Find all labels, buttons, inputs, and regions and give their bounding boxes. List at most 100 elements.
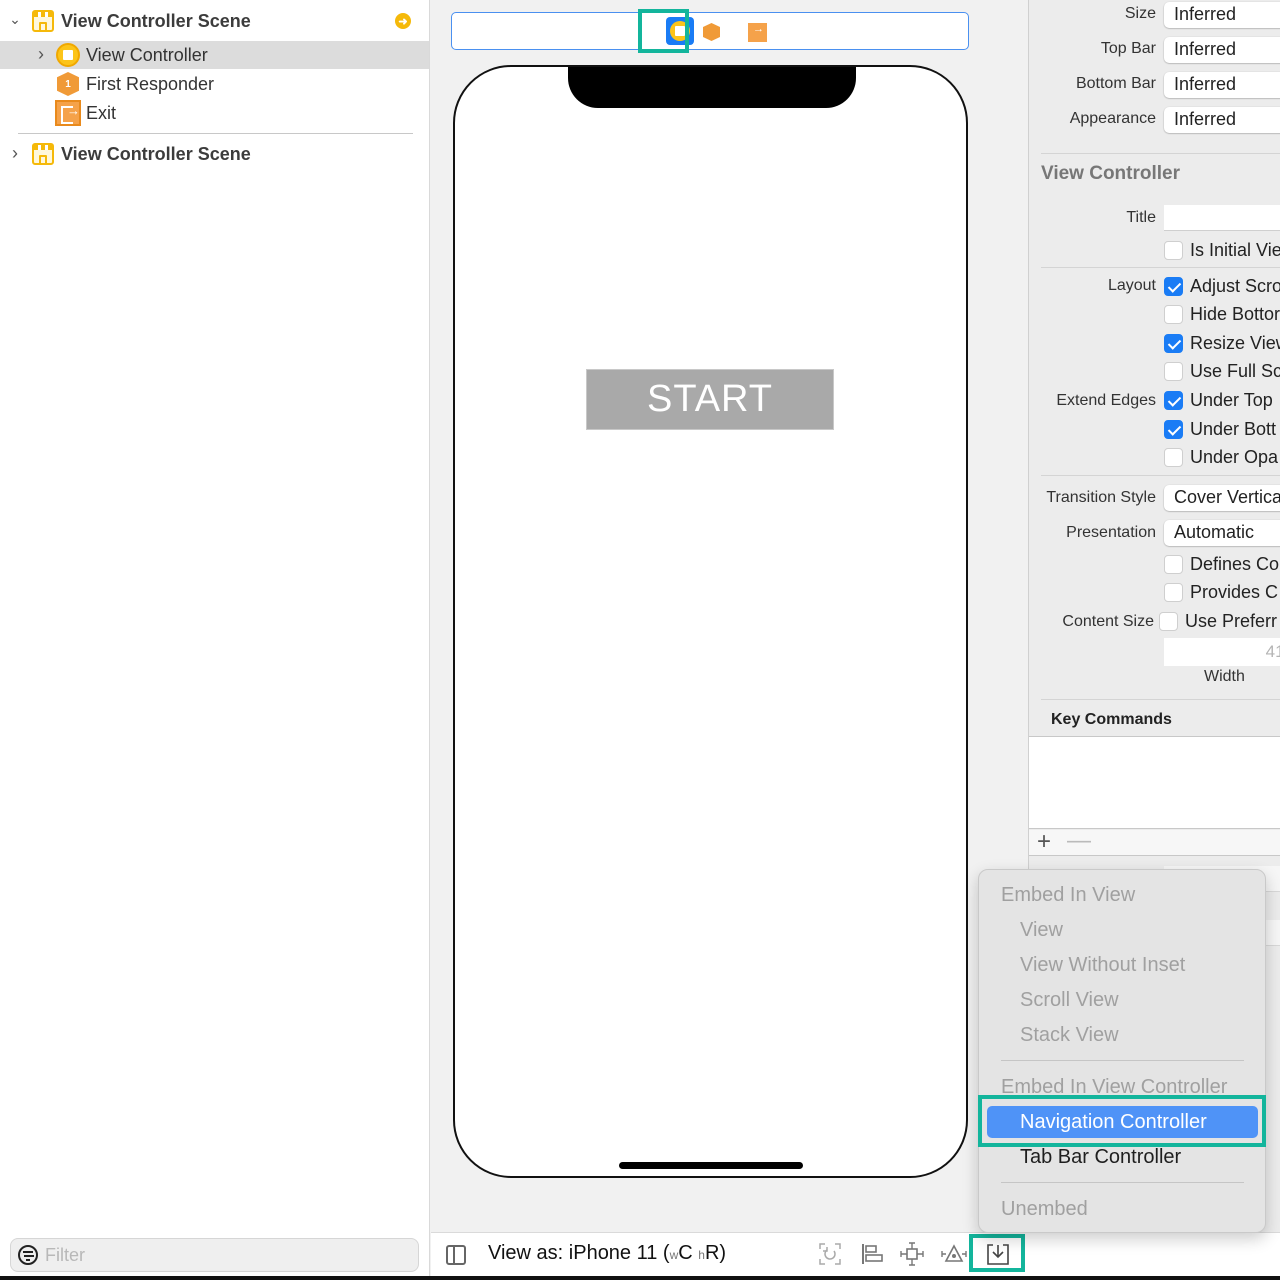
outline-scene-row[interactable]: › View Controller Scene [0, 140, 429, 168]
layout-option[interactable]: Adjust Scro [1164, 275, 1280, 297]
section-divider [1041, 475, 1280, 476]
outline-item-view-controller[interactable]: › View Controller [0, 41, 429, 69]
appearance-label: Appearance [1069, 110, 1156, 127]
canvas-bottom-bar: View as: iPhone 11 (wC hR) [431, 1232, 1280, 1276]
checkbox-checked[interactable] [1164, 276, 1183, 296]
layout-label: Layout [1107, 277, 1156, 294]
checkbox[interactable] [1164, 582, 1183, 602]
checkbox-label: Under Bott [1190, 418, 1277, 439]
filter-icon [18, 1245, 38, 1265]
checkbox[interactable] [1164, 304, 1183, 324]
view-as-text: View as: iPhone 11 ( [488, 1242, 670, 1264]
view-as-suffix: ) [719, 1242, 727, 1264]
add-icon[interactable]: + [1037, 828, 1051, 856]
start-button[interactable]: START [586, 369, 834, 430]
scene-dock [451, 12, 969, 50]
appearance-popup[interactable]: Inferred [1164, 107, 1280, 133]
menu-header: Embed In View [1001, 883, 1136, 906]
size-label: Size [1124, 5, 1156, 22]
highlight-box [969, 1234, 1025, 1272]
storyboard-canvas[interactable]: START [431, 0, 1028, 1232]
highlight-box [638, 9, 689, 53]
checkbox-label: Provides C [1190, 581, 1279, 602]
arrow-right-circle-icon[interactable]: ➜ [395, 13, 411, 29]
resolve-issues-icon[interactable] [941, 1241, 967, 1267]
align-icon[interactable] [859, 1241, 885, 1267]
embed-in-menu: Embed In View View View Without Inset Sc… [978, 869, 1266, 1233]
checkbox-label: Hide Bottor [1190, 303, 1280, 324]
scene-icon [32, 10, 54, 32]
presentation-label: Presentation [1066, 524, 1156, 541]
checkbox-checked[interactable] [1164, 390, 1183, 410]
title-field[interactable] [1164, 205, 1280, 231]
checkbox-label: Defines Co [1190, 553, 1280, 574]
key-commands-table[interactable] [1029, 736, 1280, 829]
menu-item-unembed: Unembed [1001, 1197, 1088, 1220]
first-responder-icon[interactable] [703, 23, 720, 41]
layout-option[interactable]: Hide Bottor [1164, 303, 1280, 325]
filter-input[interactable] [45, 1242, 405, 1268]
layout-option[interactable]: Resize View [1164, 332, 1280, 354]
top-bar-popup[interactable]: Inferred [1164, 37, 1280, 63]
checkbox-label: Use Full Sc [1190, 360, 1280, 381]
size-popup[interactable]: Inferred [1164, 2, 1280, 28]
presentation-option[interactable]: Provides C [1164, 581, 1278, 603]
scene-icon [32, 143, 54, 165]
outline-item-label: Exit [86, 103, 117, 123]
scene-label: View Controller Scene [61, 11, 251, 31]
content-size-option[interactable]: Use Preferr [1159, 610, 1277, 632]
checkbox-checked[interactable] [1164, 333, 1183, 353]
checkbox[interactable] [1164, 554, 1183, 574]
exit-icon[interactable] [748, 23, 767, 42]
width-class: C [678, 1242, 693, 1264]
is-initial-checkbox[interactable] [1164, 240, 1183, 260]
section-title: View Controller [1041, 163, 1181, 184]
outline-item-label: First Responder [86, 74, 215, 94]
content-size-label: Content Size [1062, 613, 1154, 630]
view-as-device-button[interactable]: View as: iPhone 11 (wC hR) [488, 1242, 726, 1265]
width-field[interactable]: 414 [1164, 638, 1280, 666]
filter-field[interactable] [10, 1238, 419, 1272]
menu-item-view-without-inset: View Without Inset [1020, 953, 1186, 976]
iphone-frame[interactable]: START [453, 65, 968, 1178]
key-commands-title: Key Commands [1051, 711, 1172, 728]
view-controller-icon [56, 43, 80, 67]
menu-item-scroll-view: Scroll View [1020, 988, 1119, 1011]
bottom-bar-label: Bottom Bar [1075, 75, 1156, 92]
checkbox[interactable] [1159, 611, 1178, 631]
chevron-down-icon[interactable]: ⌄ [8, 11, 22, 28]
update-frames-icon[interactable] [817, 1241, 843, 1267]
extend-edge-option[interactable]: Under Bott [1164, 418, 1276, 440]
checkbox[interactable] [1164, 447, 1183, 467]
phone-notch [568, 67, 856, 108]
menu-item-stack-view: Stack View [1020, 1023, 1119, 1046]
extend-edge-option[interactable]: Under Top [1164, 389, 1273, 411]
outline-scene-row[interactable]: ⌄ View Controller Scene ➜ [0, 7, 429, 35]
home-indicator [619, 1162, 803, 1169]
window-bottom-edge [0, 1276, 1280, 1280]
section-divider [1041, 267, 1280, 268]
scene-label: View Controller Scene [61, 144, 251, 164]
checkbox-label: Resize View [1190, 332, 1280, 353]
presentation-option[interactable]: Defines Co [1164, 553, 1279, 575]
outline-item-first-responder[interactable]: 1 First Responder [0, 70, 429, 98]
outline-item-exit[interactable]: Exit [0, 99, 429, 127]
checkbox-label: Is Initial Vie [1190, 239, 1280, 260]
checkbox-checked[interactable] [1164, 419, 1183, 439]
remove-icon[interactable]: — [1067, 827, 1091, 855]
add-constraints-icon[interactable] [899, 1241, 925, 1267]
sidebar-toggle-icon[interactable] [446, 1245, 466, 1265]
presentation-popup[interactable]: Automatic [1164, 520, 1280, 546]
menu-item-view: View [1020, 918, 1063, 941]
transition-style-popup[interactable]: Cover Vertica [1164, 485, 1280, 511]
checkbox[interactable] [1164, 361, 1183, 381]
chevron-right-icon[interactable]: › [8, 143, 22, 164]
chevron-right-icon[interactable]: › [34, 44, 48, 65]
menu-separator [1001, 1182, 1244, 1183]
layout-option[interactable]: Use Full Sc [1164, 360, 1280, 382]
extend-edge-option[interactable]: Under Opa [1164, 446, 1278, 468]
bottom-bar-popup[interactable]: Inferred [1164, 72, 1280, 98]
is-initial-checkbox-row[interactable]: Is Initial Vie [1164, 239, 1280, 261]
first-responder-icon: 1 [57, 72, 79, 96]
extend-edges-label: Extend Edges [1056, 392, 1156, 409]
